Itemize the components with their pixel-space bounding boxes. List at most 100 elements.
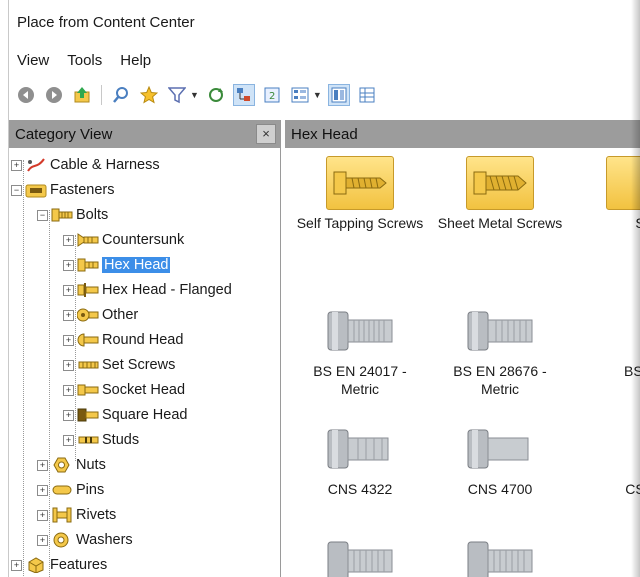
expand-icon[interactable]: + (63, 359, 74, 371)
tree-item-cable-harness[interactable]: + Cable & Harness (11, 154, 160, 176)
family-item-label: Sheet Metal Screws (437, 215, 563, 231)
expand-icon[interactable]: + (63, 434, 74, 446)
filter-icon[interactable] (166, 84, 188, 106)
socket-head-bolt-icon (77, 382, 99, 398)
tree-item-bolts[interactable]: − Bolts (37, 204, 108, 226)
collapse-icon[interactable]: − (37, 209, 48, 221)
tree-item-label: Set Screws (102, 357, 176, 373)
expand-icon[interactable]: + (63, 259, 74, 271)
category-view-title: Category View (15, 125, 113, 143)
tree-item-fasteners[interactable]: − Fasteners (11, 179, 114, 201)
family-item-partial-bs-e[interactable]: BS E (565, 300, 640, 380)
expand-icon[interactable]: + (63, 409, 74, 421)
self-tapping-screw-icon (326, 156, 394, 210)
toolbar-separator (101, 85, 102, 105)
toolbar: ▼ 2 ▼ (15, 82, 378, 108)
family-item-label: CSN (565, 480, 640, 498)
tree-item-square-head[interactable]: + Square Head (63, 404, 187, 426)
svg-text:2: 2 (269, 91, 275, 102)
family-item-bs-en-28676[interactable]: BS EN 28676 - Metric (425, 300, 575, 398)
refresh-icon[interactable] (205, 84, 227, 106)
expand-icon[interactable]: + (37, 484, 48, 496)
tree-item-other[interactable]: + Other (63, 304, 138, 326)
family-item-sublabel: Metric (340, 381, 380, 397)
view-options-icon[interactable] (289, 84, 311, 106)
family-item-label: CNS 4700 (467, 481, 533, 497)
menu-tools[interactable]: Tools (67, 52, 102, 69)
tree-view-icon[interactable] (232, 84, 255, 106)
expand-icon[interactable]: + (37, 509, 48, 521)
close-icon[interactable]: × (256, 124, 276, 144)
tree-item-studs[interactable]: + Studs (63, 429, 139, 451)
content-pane: Hex Head Self Tapping Screws Sheet Metal… (285, 120, 640, 577)
expand-icon[interactable]: + (63, 384, 74, 396)
tree-item-hex-head-flanged[interactable]: + Hex Head - Flanged (63, 279, 232, 301)
expand-icon[interactable]: + (63, 334, 74, 346)
family-item-row4-2[interactable] (425, 530, 575, 577)
back-icon[interactable] (15, 84, 37, 106)
details-view-icon[interactable] (327, 84, 350, 106)
sheet-metal-screw-icon (466, 156, 534, 210)
square-head-bolt-icon (77, 407, 99, 423)
family-item-cns-4322[interactable]: CNS 4322 (285, 418, 435, 498)
bolt-folder-icon (51, 207, 73, 223)
family-item-row4-1[interactable] (285, 530, 435, 577)
hex-flanged-bolt-icon (77, 282, 99, 298)
fasteners-folder-icon (25, 182, 47, 198)
countersunk-bolt-icon (77, 232, 99, 248)
tree-item-pins[interactable]: + Pins (37, 479, 104, 501)
collapse-icon[interactable]: − (11, 184, 22, 196)
expand-icon[interactable]: + (63, 234, 74, 246)
expand-icon[interactable]: + (63, 284, 74, 296)
family-item-partial-s[interactable]: S (565, 152, 640, 232)
tree-guide (23, 160, 24, 577)
family-item-partial-csn[interactable]: CSN (565, 418, 640, 498)
set-screw-icon (77, 357, 99, 373)
expand-icon[interactable]: + (37, 534, 48, 546)
update-icon[interactable]: 2 (261, 84, 283, 106)
tree-item-rivets[interactable]: + Rivets (37, 504, 116, 526)
forward-icon[interactable] (43, 84, 65, 106)
family-item-sheet-metal-screws[interactable]: Sheet Metal Screws (425, 152, 575, 232)
tree-item-countersunk[interactable]: + Countersunk (63, 229, 184, 251)
view-options-dropdown-icon[interactable]: ▼ (313, 90, 322, 100)
hex-bolt-icon (285, 300, 435, 362)
search-icon[interactable] (110, 84, 132, 106)
table-view-icon[interactable] (356, 84, 378, 106)
favorites-icon[interactable] (138, 84, 160, 106)
tree-item-label: Cable & Harness (50, 157, 160, 173)
expand-icon[interactable]: + (11, 559, 22, 571)
menu-help[interactable]: Help (120, 52, 151, 69)
expand-icon[interactable]: + (11, 159, 22, 171)
menu-view[interactable]: View (17, 52, 49, 69)
tree-item-label: Bolts (76, 207, 109, 223)
tree-item-label: Hex Head (102, 257, 171, 273)
tree-item-round-head[interactable]: + Round Head (63, 329, 183, 351)
tree-item-label: Round Head (102, 332, 184, 348)
up-level-icon[interactable] (71, 84, 93, 106)
family-item-self-tapping-screws[interactable]: Self Tapping Screws (285, 152, 435, 232)
tree-item-features[interactable]: + Features (11, 554, 107, 576)
filter-dropdown-icon[interactable]: ▼ (190, 90, 199, 100)
family-item-bs-en-24017[interactable]: BS EN 24017 - Metric (285, 300, 435, 398)
tree-item-set-screws[interactable]: + Set Screws (63, 354, 175, 376)
family-item-cns-4700[interactable]: CNS 4700 (425, 418, 575, 498)
family-item-label: BS E (565, 362, 640, 380)
tree-item-label: Nuts (76, 457, 106, 473)
window-edge-shadow (631, 0, 640, 577)
tree-item-washers[interactable]: + Washers (37, 529, 133, 551)
rivet-icon (51, 507, 73, 523)
expand-icon[interactable]: + (63, 309, 74, 321)
category-view-pane: Category View × + Cable & Harness − Fast… (9, 120, 281, 577)
tree-item-label: Pins (76, 482, 105, 498)
tree-item-label: Rivets (76, 507, 117, 523)
hex-bolt-icon (425, 418, 575, 480)
hex-bolt-icon (285, 418, 435, 480)
hex-head-bolt-icon (77, 257, 99, 273)
tree-item-hex-head[interactable]: + Hex Head (63, 254, 171, 276)
hex-bolt-icon (425, 300, 575, 362)
tree-item-socket-head[interactable]: + Socket Head (63, 379, 185, 401)
washer-icon (51, 532, 73, 548)
expand-icon[interactable]: + (37, 459, 48, 471)
tree-item-nuts[interactable]: + Nuts (37, 454, 106, 476)
